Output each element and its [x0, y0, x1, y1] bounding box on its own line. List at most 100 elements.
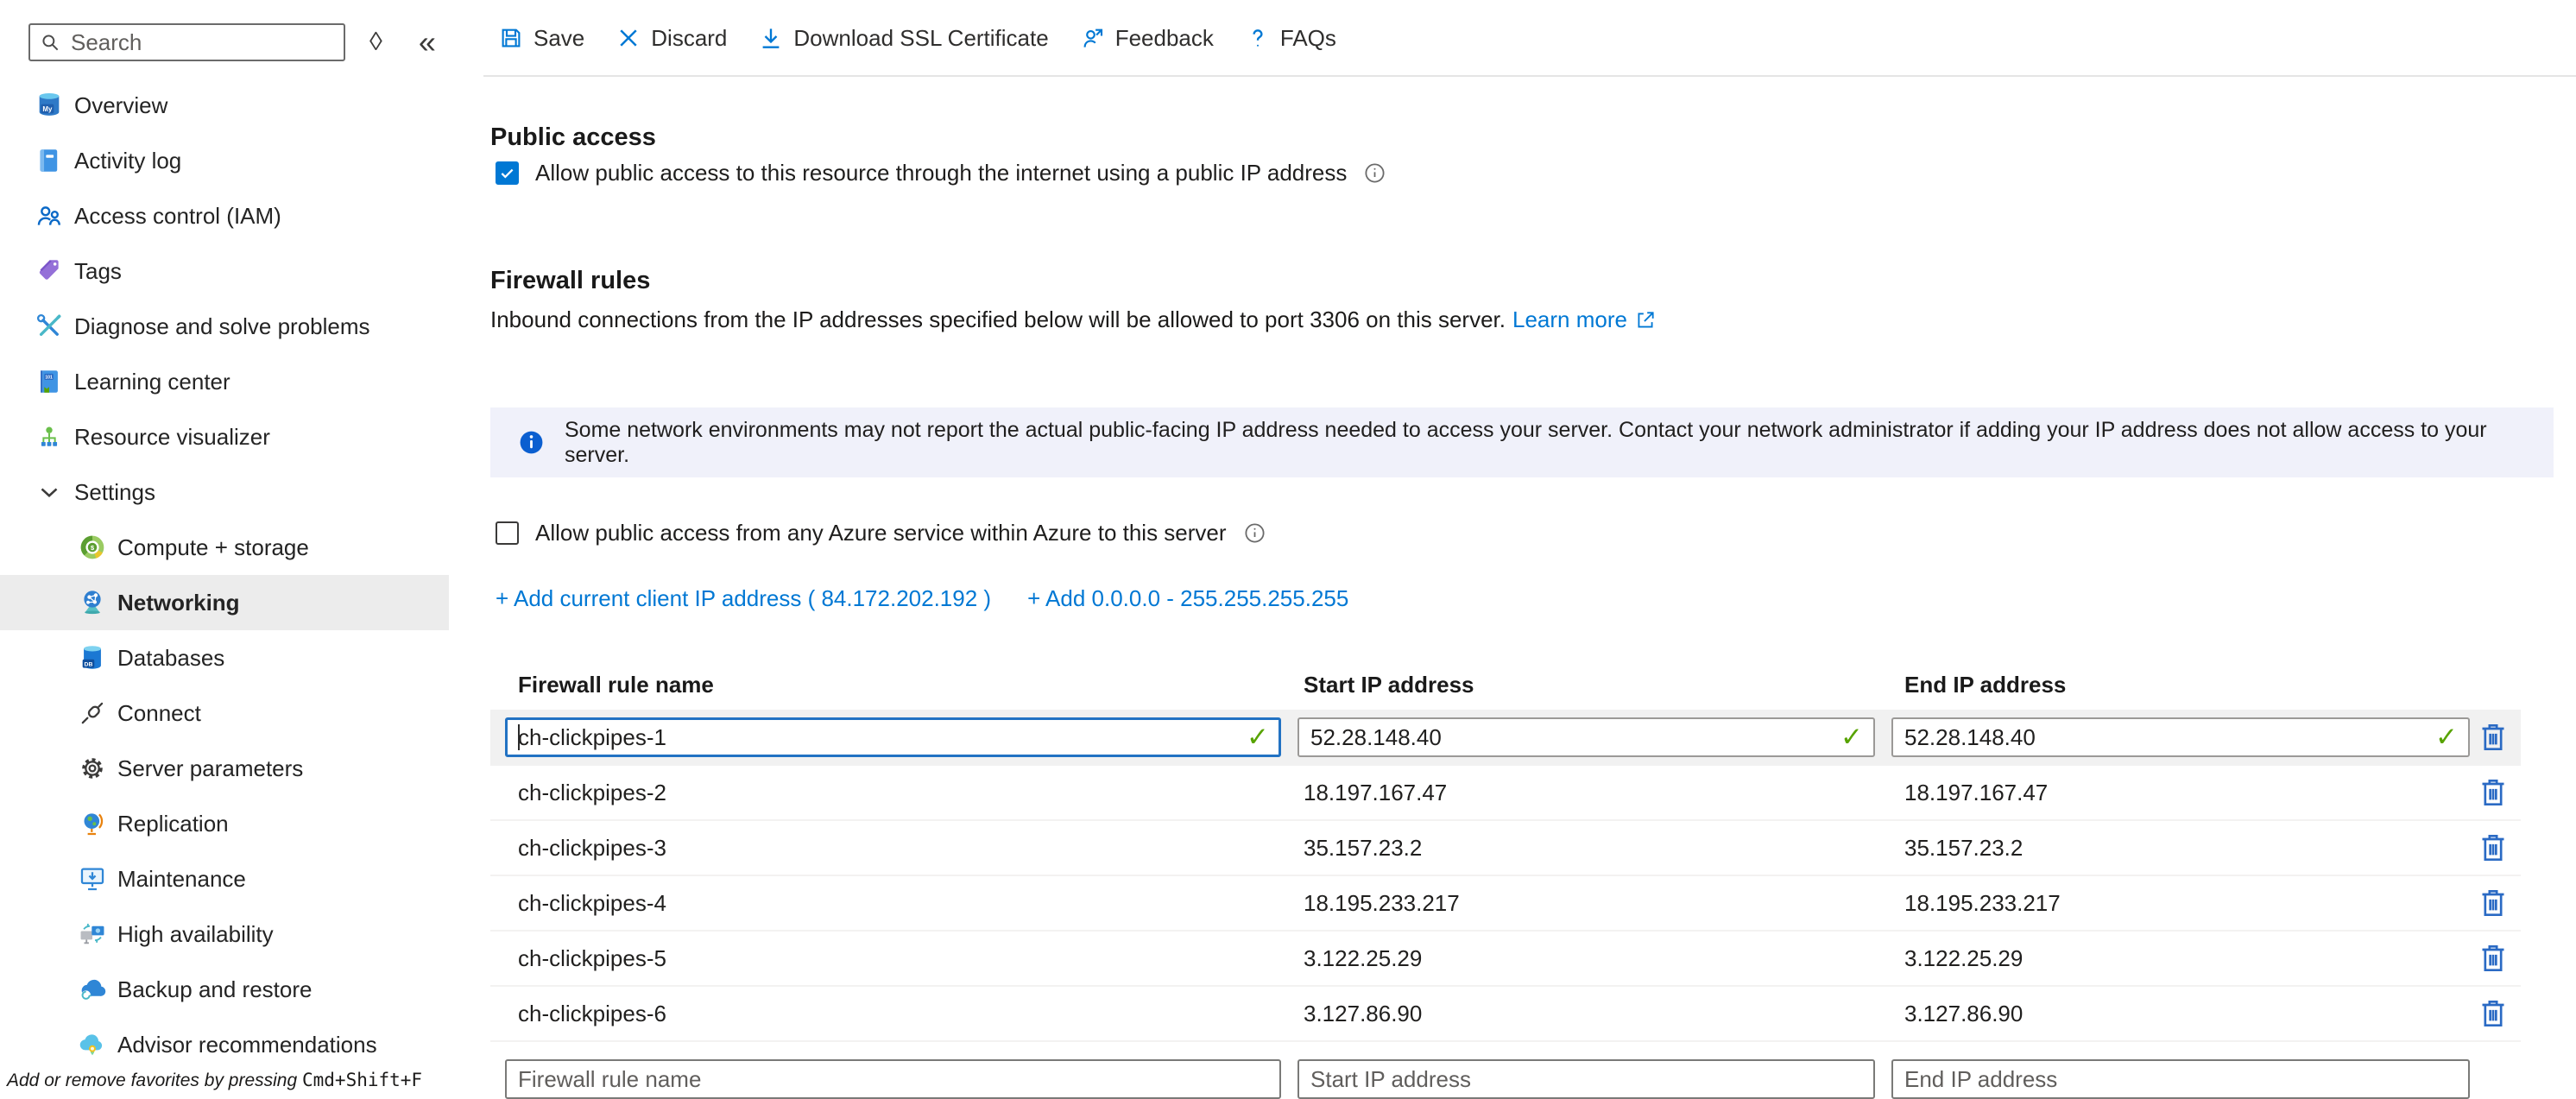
sidebar-item-label: Server parameters: [117, 755, 303, 782]
learn-more-link[interactable]: Learn more: [1512, 306, 1627, 333]
trash-icon: [2476, 938, 2510, 979]
trash-icon: [2476, 882, 2510, 924]
start-ip-input[interactable]: [1297, 717, 1875, 757]
new-end-ip-input[interactable]: [1891, 1059, 2470, 1099]
check-icon: [498, 164, 516, 182]
firewall-rules-heading: Firewall rules: [490, 267, 650, 295]
firewall-rule-row: ch-clickpipes-5 3.122.25.29 3.122.25.29: [490, 932, 2521, 987]
discard-label: Discard: [651, 25, 727, 52]
delete-rule-button[interactable]: [2476, 717, 2510, 758]
sidebar-item-label: Learning center: [74, 369, 230, 395]
sidebar-item-label: Resource visualizer: [74, 424, 270, 451]
sidebar-item-label: Activity log: [74, 148, 181, 174]
tags-icon: [35, 256, 64, 286]
rule-name-input[interactable]: [505, 717, 1281, 757]
firewall-description: Inbound connections from the IP addresse…: [490, 306, 1657, 333]
col-header-rule-name: Firewall rule name: [518, 665, 714, 704]
sidebar-item-diagnose[interactable]: Diagnose and solve problems: [0, 299, 449, 354]
trash-icon: [2476, 772, 2510, 813]
high-availability-icon: [78, 919, 107, 949]
info-icon[interactable]: [1243, 521, 1266, 545]
text-cursor: [518, 724, 520, 750]
search-input[interactable]: [69, 28, 335, 57]
end-ip-cell: 35.157.23.2: [1904, 821, 2023, 875]
end-ip-input[interactable]: [1891, 717, 2470, 757]
collapse-sidebar-icon[interactable]: «: [414, 26, 441, 59]
sidebar-nav: My Overview Activity log Access control …: [0, 78, 477, 1072]
firewall-rule-name-cell: ch-clickpipes-4: [518, 876, 666, 930]
delete-rule-button[interactable]: [2476, 993, 2510, 1034]
firewall-rules-table: Firewall rule name Start IP address End …: [490, 665, 2521, 1095]
pin-menu-icon[interactable]: ◊: [364, 28, 388, 56]
delete-rule-button[interactable]: [2476, 882, 2510, 924]
sidebar-item-compute-storage[interactable]: $ Compute + storage: [0, 520, 449, 575]
sidebar-item-label: Overview: [74, 92, 167, 119]
discard-button[interactable]: Discard: [616, 25, 727, 52]
svg-text:My: My: [42, 105, 53, 113]
sidebar-item-activity-log[interactable]: Activity log: [0, 133, 449, 188]
sidebar-item-access-control-iam[interactable]: Access control (IAM): [0, 188, 449, 243]
favorites-shortcut: Cmd+Shift+F: [302, 1070, 422, 1090]
sidebar-item-label: Replication: [117, 811, 229, 837]
firewall-rule-name-cell: ch-clickpipes-6: [518, 987, 666, 1040]
sidebar-item-maintenance[interactable]: Maintenance: [0, 851, 449, 906]
external-link-icon[interactable]: [1634, 309, 1657, 332]
sidebar-item-connect[interactable]: Connect: [0, 685, 449, 741]
info-icon[interactable]: [1363, 161, 1386, 185]
delete-rule-button[interactable]: [2476, 772, 2510, 813]
sidebar-item-label: Tags: [74, 258, 122, 285]
sidebar-item-tags[interactable]: Tags: [0, 243, 449, 299]
download-icon: [758, 25, 784, 51]
sidebar-item-settings[interactable]: Settings: [0, 464, 449, 520]
sidebar-item-label: Networking: [117, 590, 240, 616]
delete-rule-button[interactable]: [2476, 827, 2510, 868]
download-ssl-button[interactable]: Download SSL Certificate: [758, 25, 1048, 52]
firewall-rule-name-cell: ch-clickpipes-5: [518, 932, 666, 985]
public-access-checkbox[interactable]: [496, 161, 519, 185]
command-bar: Save Discard Download SSL Certificate Fe…: [498, 0, 1336, 76]
sidebar-item-databases[interactable]: DB Databases: [0, 630, 449, 685]
advisor-icon: [78, 1030, 107, 1059]
new-rule-name-input[interactable]: [505, 1059, 1281, 1099]
sidebar-item-server-parameters[interactable]: Server parameters: [0, 741, 449, 796]
public-access-checkbox-label: Allow public access to this resource thr…: [535, 160, 1347, 186]
sidebar-item-backup-restore[interactable]: Backup and restore: [0, 962, 449, 1017]
sidebar-item-learning-center[interactable]: 101 Learning center: [0, 354, 449, 409]
sidebar-item-label: Compute + storage: [117, 534, 309, 561]
start-ip-cell: 3.122.25.29: [1304, 932, 1422, 985]
save-button[interactable]: Save: [498, 25, 584, 52]
feedback-button[interactable]: Feedback: [1080, 25, 1214, 52]
add-all-ips-link[interactable]: + Add 0.0.0.0 - 255.255.255.255: [1027, 585, 1348, 612]
delete-rule-button[interactable]: [2476, 938, 2510, 979]
add-current-client-ip-link[interactable]: + Add current client IP address ( 84.172…: [496, 585, 991, 612]
firewall-rule-row: ch-clickpipes-4 18.195.233.217 18.195.23…: [490, 876, 2521, 932]
start-ip-cell: 3.127.86.90: [1304, 987, 1422, 1040]
firewall-rule-row: ch-clickpipes-3 35.157.23.2 35.157.23.2: [490, 821, 2521, 876]
mysql-icon: My: [35, 91, 64, 120]
favorites-hint-text: Add or remove favorites by pressing: [7, 1071, 302, 1090]
sidebar-item-high-availability[interactable]: High availability: [0, 906, 449, 962]
faqs-button[interactable]: FAQs: [1245, 25, 1336, 52]
activity-log-icon: [35, 146, 64, 175]
discard-icon: [616, 25, 641, 51]
sidebar-item-networking[interactable]: Networking: [0, 575, 449, 630]
end-ip-cell: 3.122.25.29: [1904, 932, 2023, 985]
sidebar-search-box[interactable]: [28, 23, 345, 61]
sidebar-item-overview[interactable]: My Overview: [0, 78, 449, 133]
diagnose-icon: [35, 312, 64, 341]
new-start-ip-input[interactable]: [1297, 1059, 1875, 1099]
save-label: Save: [534, 25, 584, 52]
sidebar-item-replication[interactable]: Replication: [0, 796, 449, 851]
col-header-end-ip: End IP address: [1904, 665, 2066, 704]
add-rule-links: + Add current client IP address ( 84.172…: [496, 585, 1348, 612]
start-ip-cell: 18.197.167.47: [1304, 766, 1447, 819]
end-ip-cell: 3.127.86.90: [1904, 987, 2023, 1040]
azure-services-checkbox[interactable]: [496, 521, 519, 545]
sidebar-item-advisor-recommendations[interactable]: Advisor recommendations: [0, 1017, 449, 1072]
public-access-heading: Public access: [490, 123, 656, 152]
firewall-rule-edit-row: ✓ ✓ ✓: [490, 710, 2521, 766]
sidebar-item-resource-visualizer[interactable]: Resource visualizer: [0, 409, 449, 464]
banner-text: Some network environments may not report…: [565, 418, 2554, 468]
compute-storage-icon: $: [78, 533, 107, 562]
favorites-hint: Add or remove favorites by pressing Cmd+…: [7, 1070, 422, 1091]
